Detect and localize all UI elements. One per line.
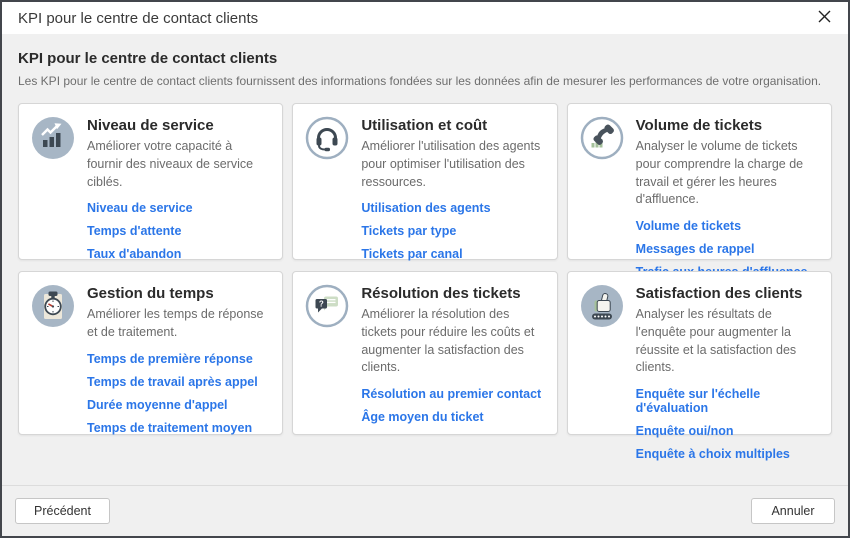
card-title: Volume de tickets	[636, 117, 819, 134]
chat-question-icon: ?	[305, 284, 349, 328]
card-title: Résolution des tickets	[361, 285, 544, 302]
kpi-card-satisfaction-des-clients: Satisfaction des clients Analyser les ré…	[567, 271, 832, 435]
dialog-content: KPI pour le centre de contact clients Le…	[2, 34, 848, 485]
dialog-footer: Précédent Annuler	[2, 485, 848, 536]
kpi-link-niveau-de-service[interactable]: Niveau de service	[87, 201, 270, 215]
kpi-link-enquete-choix-multiples[interactable]: Enquête à choix multiples	[636, 447, 819, 461]
kpi-card-resolution-des-tickets: ? Résolution des tickets Améliorer la ré…	[292, 271, 557, 435]
kpi-card-niveau-de-service: Niveau de service Améliorer votre capaci…	[18, 103, 283, 260]
page-subtitle: Les KPI pour le centre de contact client…	[18, 74, 832, 88]
kpi-link-enquete-echelle-evaluation[interactable]: Enquête sur l'échelle d'évaluation	[636, 387, 819, 415]
kpi-link-temps-premiere-reponse[interactable]: Temps de première réponse	[87, 352, 270, 366]
phone-volume-icon	[580, 116, 624, 160]
cancel-button[interactable]: Annuler	[751, 498, 835, 524]
question-glyph: ?	[319, 299, 324, 308]
kpi-link-utilisation-agents[interactable]: Utilisation des agents	[361, 201, 544, 215]
kpi-link-temps-attente[interactable]: Temps d'attente	[87, 224, 270, 238]
kpi-link-messages-de-rappel[interactable]: Messages de rappel	[636, 242, 819, 256]
stopwatch-clipboard-icon	[31, 284, 75, 328]
kpi-link-temps-travail-apres-appel[interactable]: Temps de travail après appel	[87, 375, 270, 389]
kpi-link-tickets-par-canal[interactable]: Tickets par canal	[361, 247, 544, 261]
bar-chart-trend-icon	[31, 116, 75, 160]
thumbs-up-survey-icon	[580, 284, 624, 328]
card-description: Améliorer les temps de réponse et de tra…	[87, 306, 270, 342]
kpi-link-duree-moyenne-appel[interactable]: Durée moyenne d'appel	[87, 398, 270, 412]
card-title: Niveau de service	[87, 117, 270, 134]
card-title: Utilisation et coût	[361, 117, 544, 134]
kpi-link-temps-traitement-moyen[interactable]: Temps de traitement moyen	[87, 421, 270, 435]
close-button[interactable]	[813, 7, 836, 29]
kpi-link-age-moyen-ticket[interactable]: Âge moyen du ticket	[361, 410, 544, 424]
kpi-link-volume-de-tickets[interactable]: Volume de tickets	[636, 219, 819, 233]
card-description: Améliorer votre capacité à fournir des n…	[87, 138, 270, 191]
kpi-link-resolution-premier-contact[interactable]: Résolution au premier contact	[361, 387, 544, 401]
previous-button[interactable]: Précédent	[15, 498, 110, 524]
kpi-link-enquete-oui-non[interactable]: Enquête oui/non	[636, 424, 819, 438]
card-title: Satisfaction des clients	[636, 285, 819, 302]
card-description: Analyser le volume de tickets pour compr…	[636, 138, 819, 209]
card-title: Gestion du temps	[87, 285, 270, 302]
kpi-card-volume-de-tickets: Volume de tickets Analyser le volume de …	[567, 103, 832, 260]
kpi-link-tickets-par-type[interactable]: Tickets par type	[361, 224, 544, 238]
kpi-dialog: KPI pour le centre de contact clients KP…	[0, 0, 850, 538]
card-description: Améliorer la résolution des tickets pour…	[361, 306, 544, 377]
card-description: Analyser les résultats de l'enquête pour…	[636, 306, 819, 377]
close-icon	[817, 9, 832, 27]
dialog-titlebar: KPI pour le centre de contact clients	[2, 2, 848, 34]
kpi-card-grid: Niveau de service Améliorer votre capaci…	[18, 103, 832, 435]
page-title: KPI pour le centre de contact clients	[18, 50, 832, 67]
headset-icon	[305, 116, 349, 160]
kpi-card-utilisation-et-cout: Utilisation et coût Améliorer l'utilisat…	[292, 103, 557, 260]
kpi-link-taux-abandon[interactable]: Taux d'abandon	[87, 247, 270, 261]
dialog-title: KPI pour le centre de contact clients	[18, 10, 258, 27]
kpi-card-gestion-du-temps: Gestion du temps Améliorer les temps de …	[18, 271, 283, 435]
card-description: Améliorer l'utilisation des agents pour …	[361, 138, 544, 191]
